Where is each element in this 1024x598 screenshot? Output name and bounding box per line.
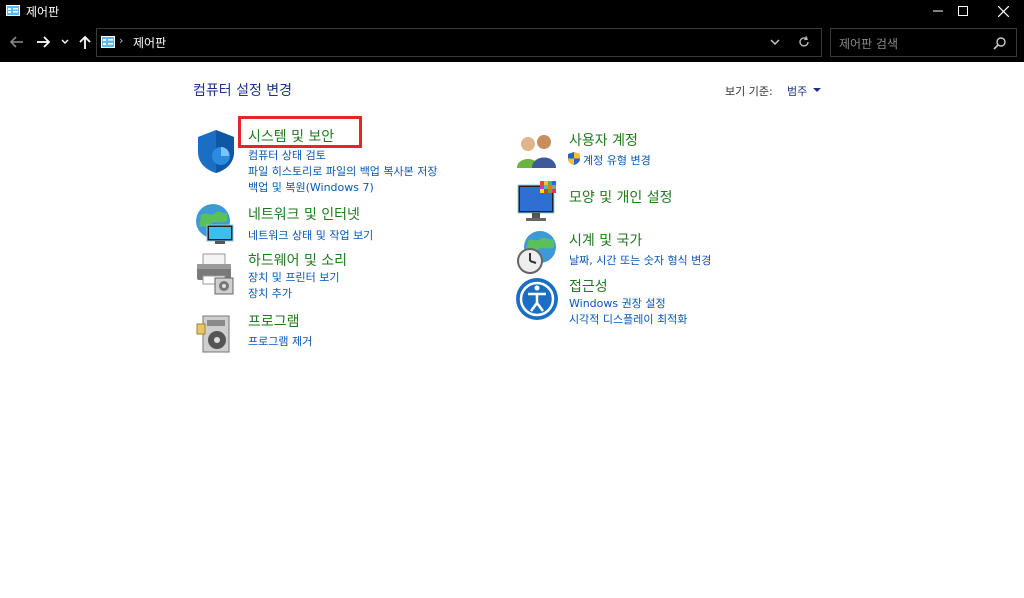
- up-arrow-icon[interactable]: [76, 34, 94, 50]
- chevron-down-icon[interactable]: [769, 37, 781, 47]
- search-box[interactable]: 제어판 검색: [830, 28, 1017, 57]
- accessibility-icon[interactable]: [514, 276, 560, 322]
- category-link[interactable]: 파일 히스토리로 파일의 백업 복사본 저장: [248, 163, 438, 179]
- category-title[interactable]: 시계 및 국가: [569, 230, 642, 250]
- category-link[interactable]: 시각적 디스플레이 최적화: [569, 311, 687, 327]
- category-link[interactable]: 네트워크 상태 및 작업 보기: [248, 227, 373, 243]
- category-link[interactable]: 장치 및 프린터 보기: [248, 269, 339, 285]
- close-icon: [997, 5, 1009, 17]
- category-title[interactable]: 사용자 계정: [569, 130, 638, 150]
- uac-shield-icon: [568, 152, 580, 165]
- category-link[interactable]: 장치 추가: [248, 285, 292, 301]
- page-title: 컴퓨터 설정 변경: [193, 83, 293, 99]
- search-icon[interactable]: [993, 36, 1007, 50]
- navigation-bar: › 제어판 제어판 검색: [0, 22, 1024, 62]
- category-title[interactable]: 하드웨어 및 소리: [248, 250, 347, 270]
- category-link[interactable]: 계정 유형 변경: [583, 152, 651, 168]
- network-globe-icon[interactable]: [193, 201, 239, 247]
- window-title: 제어판: [26, 5, 60, 19]
- category-link[interactable]: 날짜, 시간 또는 숫자 형식 변경: [569, 252, 711, 268]
- programs-icon[interactable]: [193, 310, 239, 356]
- category-title[interactable]: 네트워크 및 인터넷: [248, 204, 360, 224]
- title-bar: 제어판: [0, 0, 1024, 22]
- chevron-down-icon[interactable]: [813, 88, 821, 92]
- chevron-right-icon[interactable]: ›: [119, 34, 123, 47]
- display-colors-icon[interactable]: [514, 179, 560, 225]
- view-by-dropdown[interactable]: 범주: [787, 83, 807, 99]
- category-link[interactable]: 백업 및 복원(Windows 7): [248, 179, 374, 195]
- highlight-box: [238, 116, 362, 148]
- refresh-icon[interactable]: [797, 35, 811, 49]
- category-title[interactable]: 접근성: [569, 276, 608, 296]
- users-icon[interactable]: [514, 128, 560, 174]
- category-link[interactable]: 컴퓨터 상태 검토: [248, 147, 326, 163]
- recent-dropdown-icon[interactable]: [60, 34, 70, 50]
- category-link[interactable]: 프로그램 제거: [248, 333, 312, 349]
- search-input[interactable]: 제어판 검색: [839, 35, 898, 52]
- view-by-label: 보기 기준:: [725, 85, 773, 98]
- close-button[interactable]: [980, 0, 1024, 22]
- category-title[interactable]: 모양 및 개인 설정: [569, 187, 673, 207]
- control-panel-icon: [6, 5, 20, 16]
- breadcrumb-item[interactable]: 제어판: [133, 34, 166, 51]
- shield-icon[interactable]: [193, 128, 239, 174]
- back-arrow-icon[interactable]: [8, 34, 26, 50]
- category-link[interactable]: Windows 권장 설정: [569, 295, 666, 311]
- control-panel-icon: [101, 36, 115, 48]
- clock-globe-icon[interactable]: [514, 229, 560, 275]
- address-bar[interactable]: › 제어판: [96, 28, 822, 57]
- printer-icon[interactable]: [193, 250, 239, 296]
- category-title[interactable]: 프로그램: [248, 311, 300, 331]
- maximize-icon: [958, 6, 968, 16]
- forward-arrow-icon[interactable]: [34, 34, 52, 50]
